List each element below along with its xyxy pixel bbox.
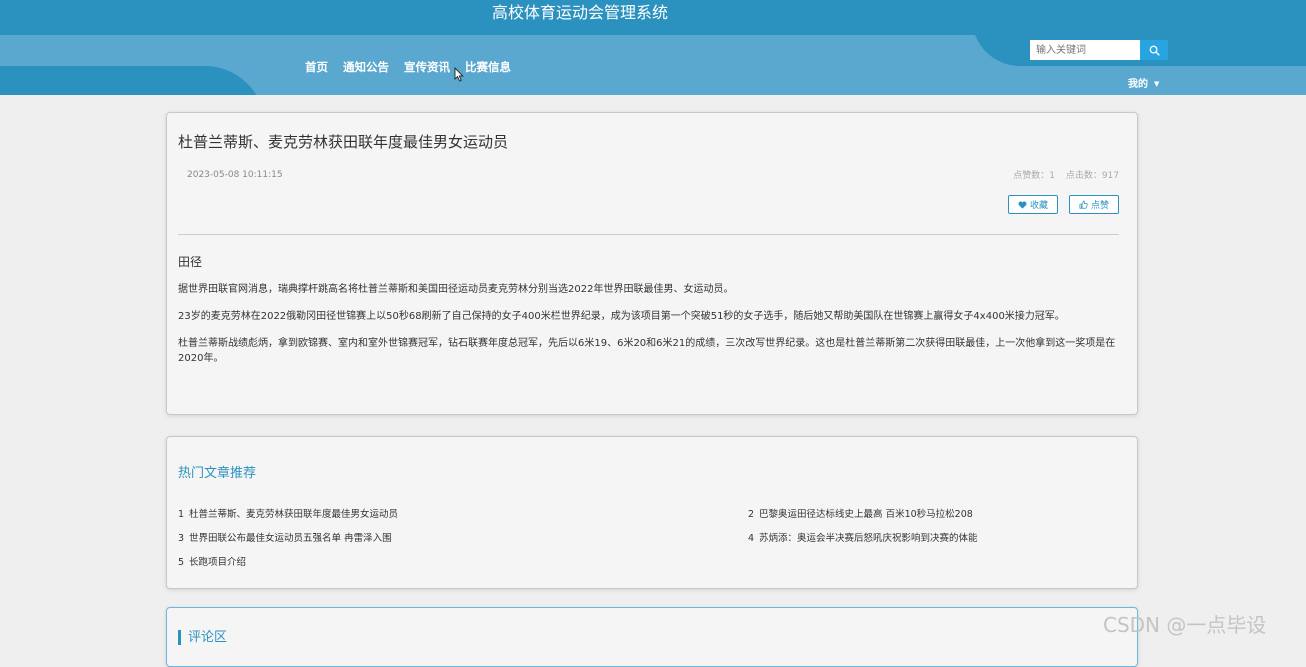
like-label: 点赞 [1090, 201, 1109, 211]
article-paragraph: 杜普兰蒂斯战绩彪炳，拿到欧锦赛、室内和室外世锦赛冠军，钻石联赛年度总冠军，先后以… [178, 338, 1116, 364]
mouse-cursor-icon [454, 67, 464, 82]
top-header: 高校体育运动会管理系统 首页 通知公告 宣传资讯 比赛信息 我的 ▼ [0, 0, 1306, 95]
hot-article-number: 1 [178, 509, 185, 520]
nav-item-notices[interactable]: 通知公告 [343, 59, 389, 75]
user-menu[interactable]: 我的 ▼ [1128, 75, 1159, 90]
caret-down-icon: ▼ [1154, 80, 1160, 88]
like-button[interactable]: 点赞 [1068, 195, 1119, 214]
hot-article-number: 2 [748, 509, 755, 520]
hot-article-item[interactable]: 4 苏炳添：奥运会半决赛后怒吼庆祝影响到决赛的体能 [748, 530, 978, 544]
user-menu-label: 我的 [1128, 79, 1148, 90]
article-card: 杜普兰蒂斯、麦克劳林获田联年度最佳男女运动员 2023-05-08 10:11:… [166, 112, 1138, 415]
hot-article-item[interactable]: 3 世界田联公布最佳女运动员五强名单 冉雷泽入围 [178, 530, 392, 544]
article-actions: 收藏 点赞 [1007, 195, 1119, 214]
like-count: 点赞数：1 [1013, 171, 1055, 181]
favorite-label: 收藏 [1029, 201, 1048, 211]
heart-icon [1018, 201, 1027, 209]
hot-article-number: 5 [178, 557, 185, 568]
thumbs-up-icon [1079, 200, 1088, 209]
watermark: CSDN @一点毕设 [1103, 613, 1267, 637]
nav-item-home[interactable]: 首页 [305, 59, 328, 75]
hot-article-item[interactable]: 5 长跑项目介绍 [178, 554, 246, 568]
comments-card: 评论区 [166, 607, 1138, 667]
site-title: 高校体育运动会管理系统 [491, 3, 668, 22]
article-paragraph: 23岁的麦克劳林在2022俄勒冈田径世锦赛上以50秒68刷新了自己保持的女子40… [178, 311, 1065, 322]
hot-article-item[interactable]: 2 巴黎奥运田径达标线史上最高 百米10秒马拉松208 [748, 506, 973, 520]
article-stats: 点赞数：1 点击数：917 [1005, 168, 1119, 181]
hot-articles-card: 热门文章推荐 1 杜普兰蒂斯、麦克劳林获田联年度最佳男女运动员 2 巴黎奥运田径达标… [166, 436, 1138, 589]
hot-article-link: 世界田联公布最佳女运动员五强名单 冉雷泽入围 [189, 533, 392, 544]
nav-item-news[interactable]: 宣传资讯 [404, 59, 450, 75]
header-decoration-left [0, 66, 265, 95]
favorite-button[interactable]: 收藏 [1007, 195, 1058, 214]
nav-item-matches[interactable]: 比赛信息 [465, 59, 511, 75]
comments-title: 评论区 [178, 630, 227, 645]
hot-articles-title: 热门文章推荐 [178, 466, 257, 481]
search-input[interactable] [1030, 40, 1140, 60]
article-paragraph: 据世界田联官网消息，瑞典撑杆跳高名将杜普兰蒂斯和美国田径运动员麦克劳林分别当选2… [178, 284, 734, 295]
search-button[interactable] [1140, 40, 1168, 60]
article-time: 2023-05-08 10:11:15 [187, 170, 283, 180]
hot-article-number: 4 [748, 533, 755, 544]
hot-article-item[interactable]: 1 杜普兰蒂斯、麦克劳林获田联年度最佳男女运动员 [178, 506, 398, 520]
article-divider [178, 234, 1119, 235]
main-nav: 首页 通知公告 宣传资讯 比赛信息 [305, 59, 526, 75]
search-icon [1149, 45, 1160, 56]
hot-article-number: 3 [178, 533, 185, 544]
article-body: 据世界田联官网消息，瑞典撑杆跳高名将杜普兰蒂斯和美国田径运动员麦克劳林分别当选2… [178, 282, 1123, 378]
hot-article-link: 杜普兰蒂斯、麦克劳林获田联年度最佳男女运动员 [189, 509, 399, 520]
hot-article-link: 苏炳添：奥运会半决赛后怒吼庆祝影响到决赛的体能 [759, 533, 978, 544]
article-category: 田径 [178, 255, 203, 269]
article-title: 杜普兰蒂斯、麦克劳林获田联年度最佳男女运动员 [178, 133, 509, 151]
hot-article-link: 长跑项目介绍 [189, 557, 247, 568]
search-box [1030, 40, 1168, 60]
hot-article-link: 巴黎奥运田径达标线史上最高 百米10秒马拉松208 [759, 509, 973, 520]
click-count: 点击数：917 [1065, 171, 1119, 181]
